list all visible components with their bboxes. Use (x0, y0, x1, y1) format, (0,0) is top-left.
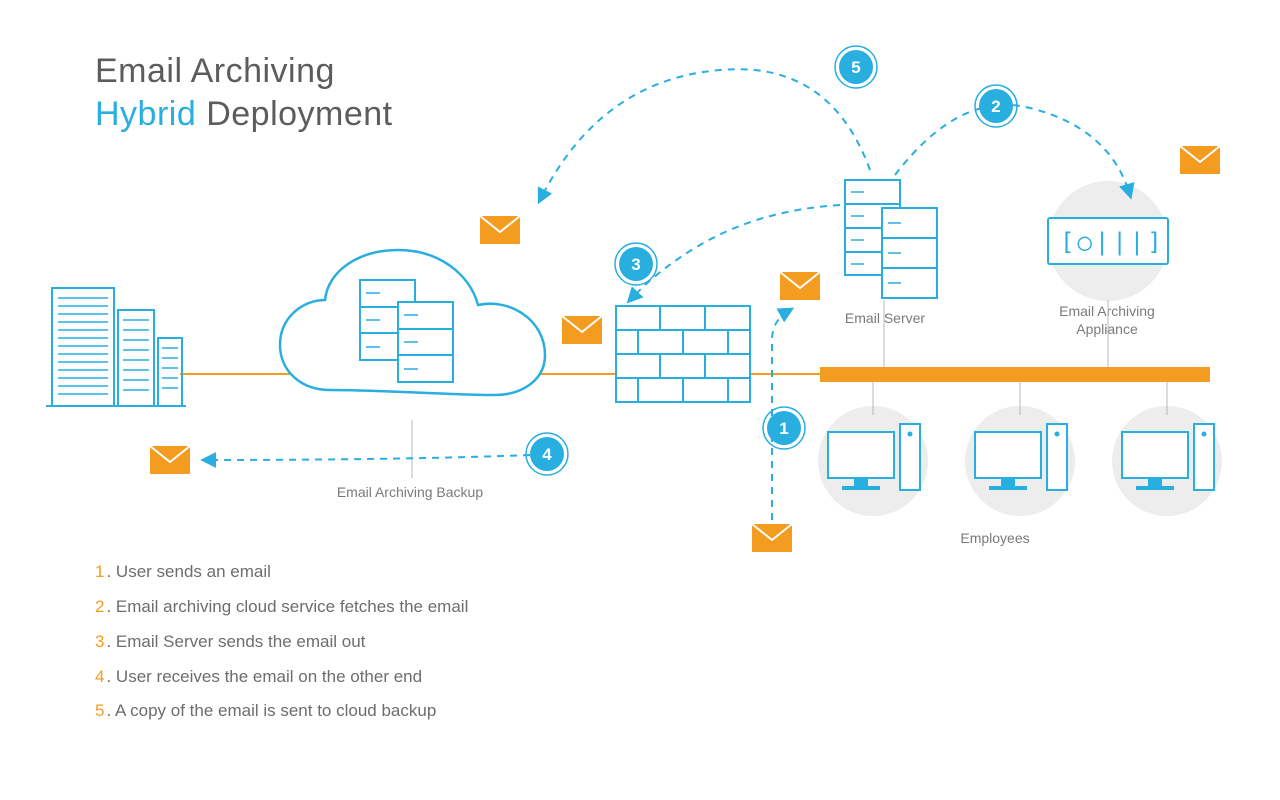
badge-1: 1 (763, 407, 805, 449)
envelope-icon-step5 (480, 216, 520, 244)
envelope-icon-step1 (752, 524, 792, 552)
envelope-icon-step3 (562, 316, 602, 344)
backbone-bar (820, 367, 1210, 382)
flow-arrow-5 (540, 69, 870, 200)
svg-text:[○|||]: [○|||] (1060, 228, 1165, 256)
email-server-icon (845, 180, 937, 298)
svg-text:5: 5 (851, 58, 860, 77)
diagram-svg: [○|||] (0, 0, 1280, 800)
badge-2: 2 (975, 85, 1017, 127)
appliance-icon: [○|||] (1048, 218, 1168, 264)
svg-text:4: 4 (542, 445, 552, 464)
envelope-icon-near-server (780, 272, 820, 300)
envelope-icon-step4 (150, 446, 190, 474)
svg-text:2: 2 (991, 97, 1000, 116)
flow-arrow-4 (205, 455, 530, 460)
badge-4: 4 (526, 433, 568, 475)
svg-text:1: 1 (779, 419, 788, 438)
badge-5: 5 (835, 46, 877, 88)
cloud-icon (280, 250, 545, 395)
firewall-icon (616, 306, 750, 402)
buildings-icon (46, 288, 186, 406)
diagram-canvas: Email Archiving Hybrid Deployment Email … (0, 0, 1280, 800)
badge-3: 3 (615, 243, 657, 285)
svg-text:3: 3 (631, 255, 640, 274)
envelope-icon-step2 (1180, 146, 1220, 174)
